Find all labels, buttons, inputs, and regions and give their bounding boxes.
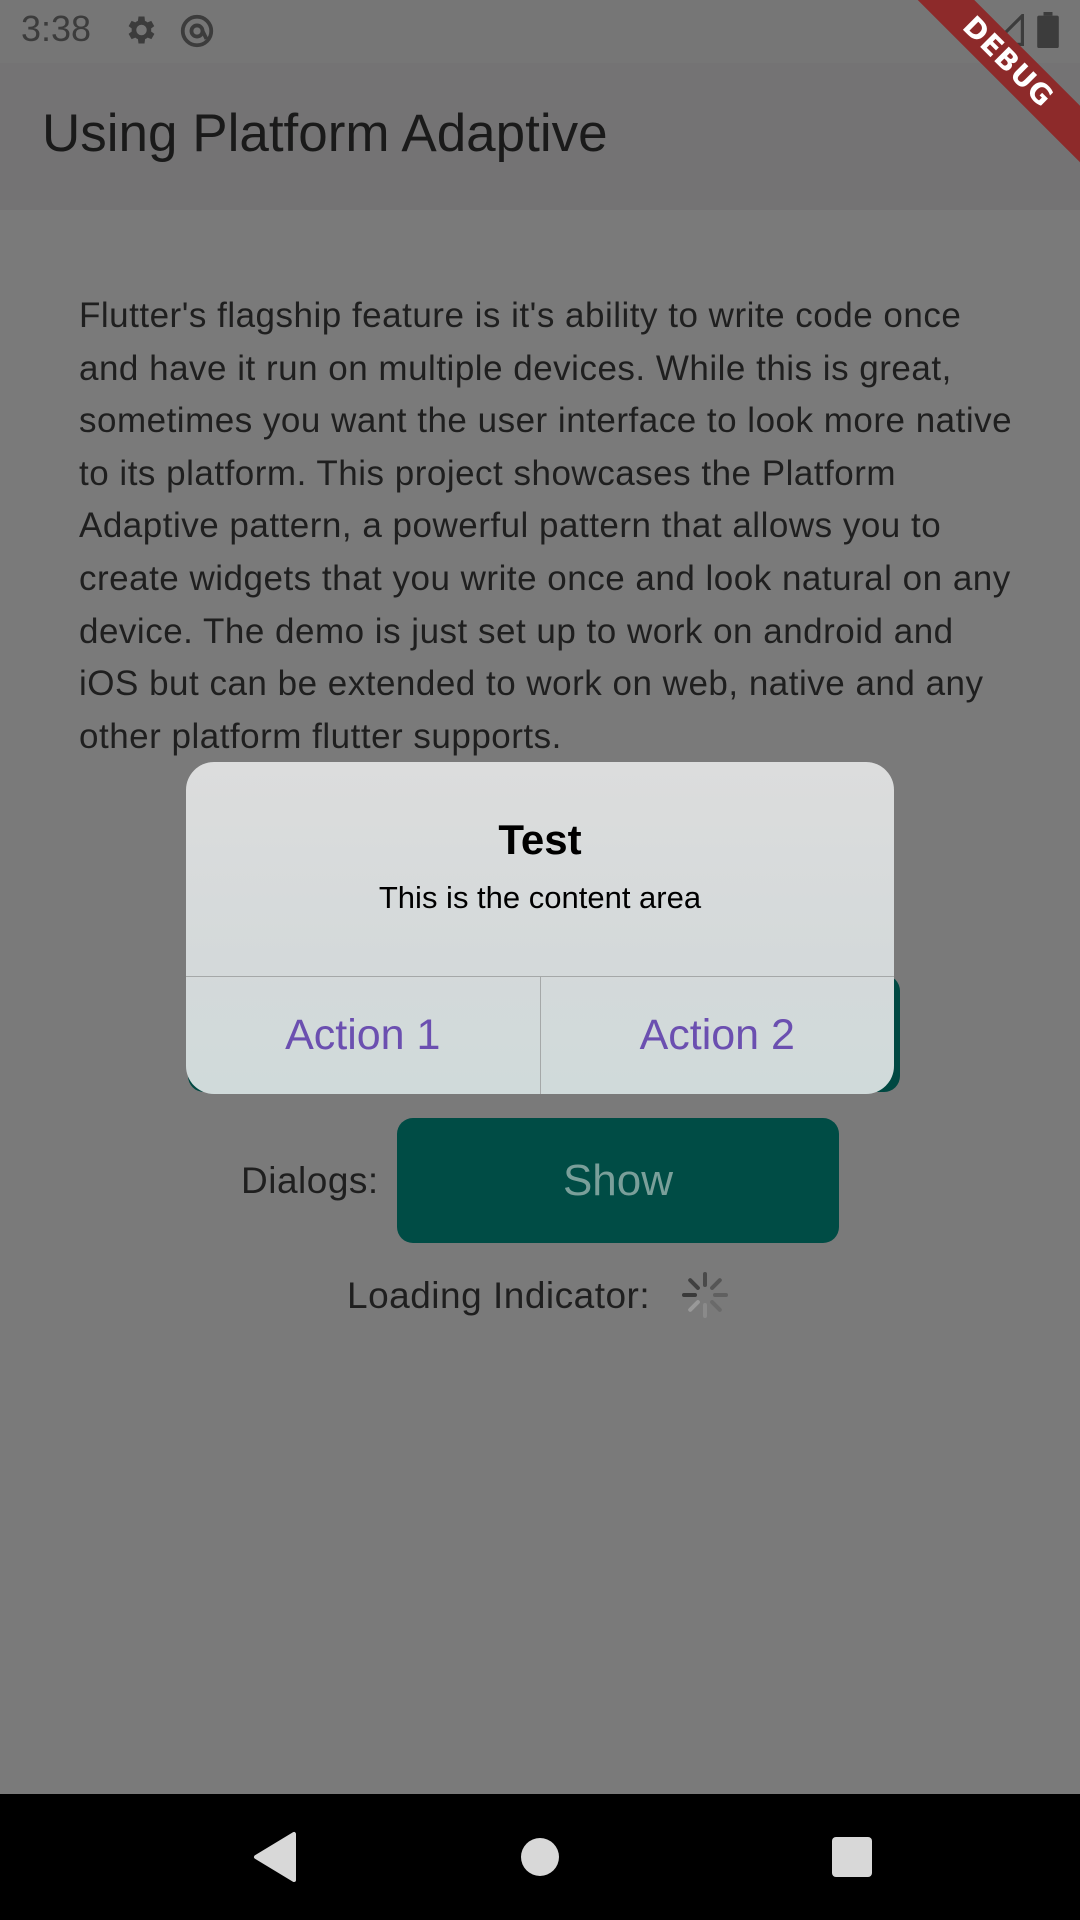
loading-indicator-label: Loading Indicator: [347, 1275, 651, 1316]
dialog-actions: Action 1 Action 2 [186, 976, 894, 1094]
dialog-content: This is the content area [378, 880, 702, 915]
action-2-button[interactable]: Action 2 [539, 977, 895, 1094]
status-time: 3:38 [21, 8, 92, 49]
navigation-bar [0, 1794, 1080, 1920]
at-icon [178, 12, 216, 54]
app-bar: Using Platform Adaptive [0, 63, 1080, 210]
dialogs-label: Dialogs: [241, 1160, 379, 1201]
battery-icon [1037, 12, 1059, 52]
action-1-button[interactable]: Action 1 [186, 977, 540, 1094]
home-icon[interactable] [500, 1794, 580, 1920]
alert-dialog: Test This is the content area Action 1 A… [186, 762, 894, 1094]
show-dialog-button[interactable]: Show [397, 1118, 839, 1243]
screen: 3:38 Using Platform Adaptive DEBUG Flutt… [0, 0, 1080, 1920]
back-icon[interactable] [236, 1794, 316, 1920]
page-title: Using Platform Adaptive [42, 104, 608, 163]
recents-icon[interactable] [812, 1794, 892, 1920]
loading-spinner-icon [682, 1272, 728, 1318]
dialog-title: Test [498, 816, 582, 863]
status-bar: 3:38 [0, 0, 1080, 63]
gear-icon [122, 12, 158, 52]
description-text: Flutter's flagship feature is it's abili… [79, 296, 1013, 756]
